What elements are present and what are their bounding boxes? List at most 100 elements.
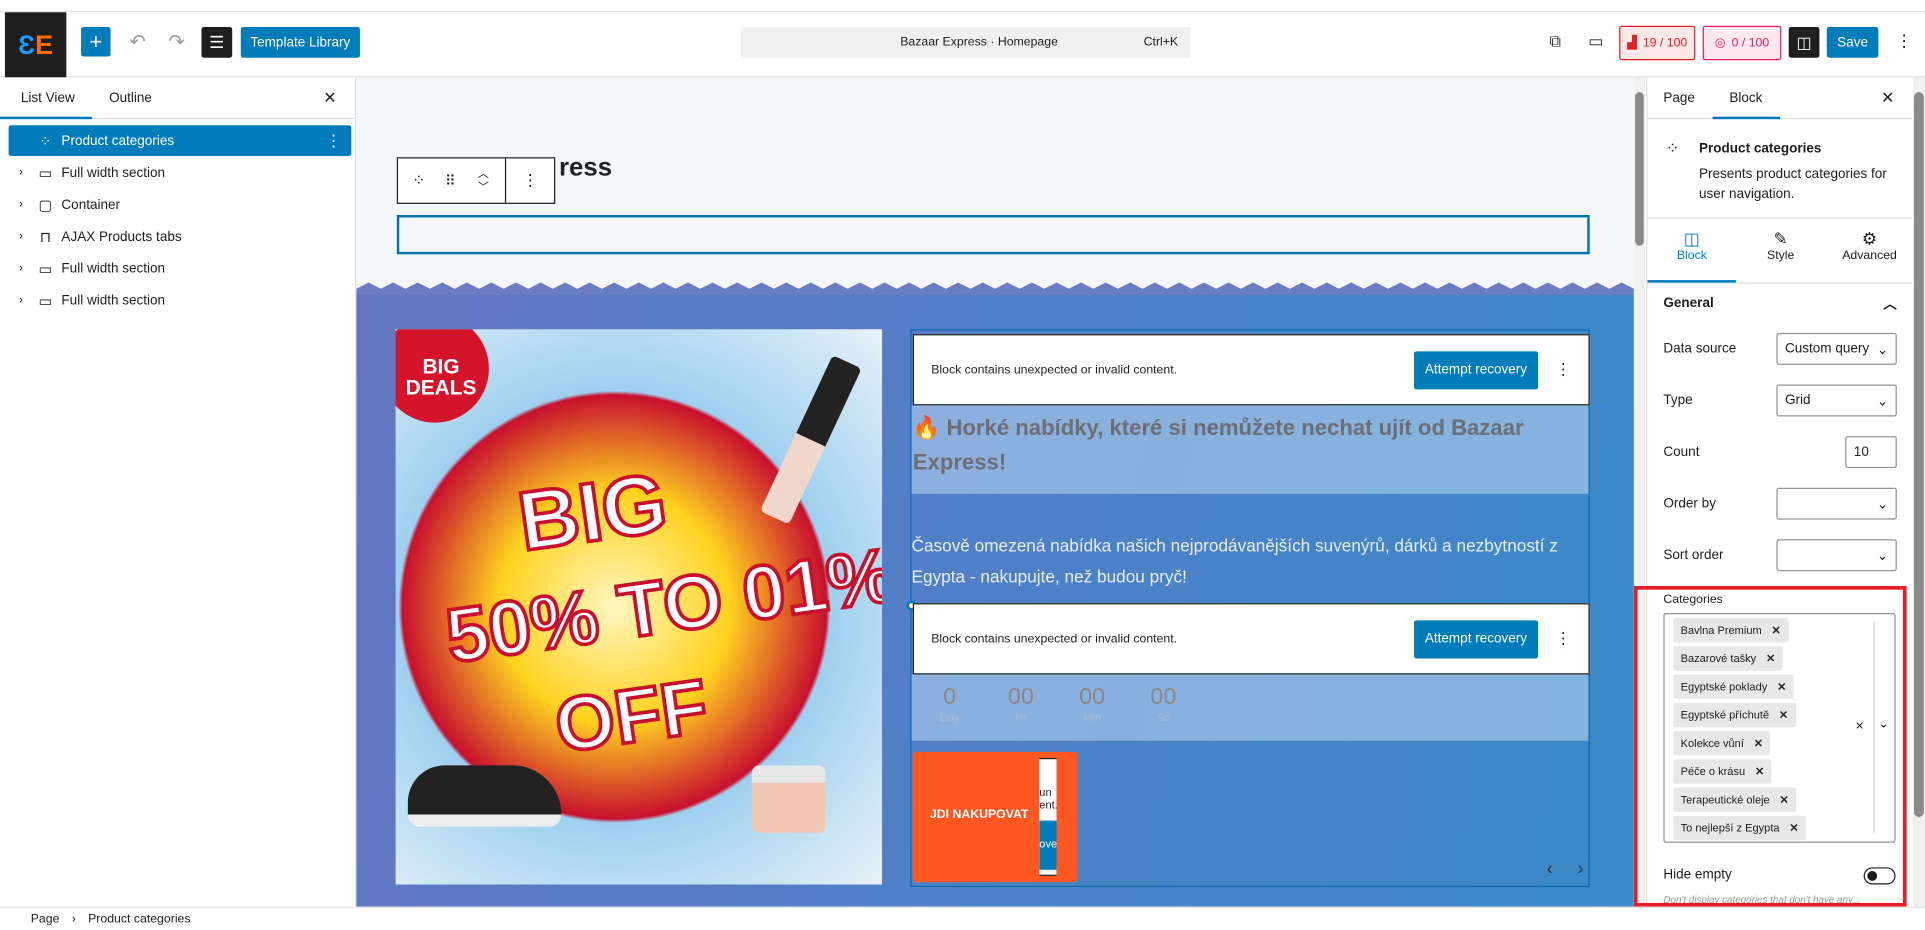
breadcrumb-page[interactable]: Page: [31, 912, 60, 926]
order-by-row: Order by ⌄: [1663, 487, 1897, 520]
gear-icon: ⚙: [1861, 228, 1878, 249]
section-icon: ▭: [38, 164, 53, 182]
order-by-select[interactable]: ⌄: [1776, 487, 1897, 520]
drag-handle-icon[interactable]: ⠿: [439, 172, 461, 189]
template-library-button[interactable]: Template Library: [240, 27, 360, 58]
undo-icon[interactable]: ↶: [125, 27, 150, 56]
brush-icon: ✎: [1773, 228, 1788, 249]
list-view-icon[interactable]: ☰: [201, 27, 233, 58]
seo-score-badge[interactable]: ▟ 19 / 100: [1619, 25, 1696, 61]
section-icon: ▭: [38, 259, 53, 278]
chevron-right-icon[interactable]: ›: [9, 198, 34, 212]
subtab-advanced[interactable]: ⚙ Advanced: [1825, 219, 1913, 283]
sort-order-row: Sort order ⌄: [1663, 539, 1897, 572]
selected-block-outline[interactable]: [396, 214, 1590, 255]
breadcrumb-block[interactable]: Product categories: [88, 912, 190, 926]
external-link-icon[interactable]: ⧉: [1543, 27, 1568, 56]
attempt-recovery-button[interactable]: Attempt recovery: [1413, 619, 1539, 658]
attempt-recovery-button[interactable]: Attempt recovery: [1413, 350, 1539, 389]
tab-list-view[interactable]: List View: [0, 77, 92, 120]
command-bar[interactable]: Bazaar Express · Homepage Ctrl+K: [740, 27, 1191, 58]
data-source-row: Data source Custom query ⌄: [1663, 332, 1897, 365]
count-input[interactable]: 10: [1845, 436, 1897, 469]
block-options-icon[interactable]: ⋮: [505, 158, 554, 203]
chevron-right-icon[interactable]: ›: [9, 166, 34, 180]
close-icon[interactable]: ✕: [1881, 88, 1894, 108]
chevron-right-icon: ›: [71, 912, 76, 926]
tab-page[interactable]: Page: [1647, 77, 1712, 118]
prev-arrow-icon[interactable]: ‹: [1547, 859, 1553, 880]
type-select[interactable]: Grid ⌄: [1776, 384, 1897, 417]
list-view-panel: List View Outline ✕ ⁘ Product categories…: [0, 77, 357, 907]
chevron-right-icon[interactable]: ›: [9, 294, 34, 308]
sidebar-scrollbar[interactable]: [1912, 77, 1925, 907]
block-type-icon[interactable]: ⁘: [398, 171, 439, 191]
general-section-toggle[interactable]: General ︿: [1663, 287, 1896, 319]
warning-text: Block contains unexpected or invalid con…: [931, 363, 1178, 377]
countdown-unit: 0 Day: [939, 684, 960, 724]
target-icon: ◎: [1714, 36, 1726, 50]
editor-canvas[interactable]: ress ⁘ ⠿ ︿ ﹀ ⋮ BIG DEALS BIG 50% TO 01% O…: [356, 77, 1634, 907]
clipped-warning: un ent. ove: [1039, 757, 1057, 876]
list-item[interactable]: › ▭ Full width section: [9, 253, 352, 284]
sort-order-select[interactable]: ⌄: [1776, 539, 1897, 572]
count-row: Count 10: [1663, 436, 1897, 469]
settings-sidebar-icon[interactable]: ◫: [1788, 27, 1820, 58]
chevron-down-icon: ⌄: [1876, 393, 1889, 409]
save-button[interactable]: Save: [1826, 27, 1879, 58]
move-up-down-icon[interactable]: ︿ ﹀: [461, 167, 505, 194]
list-item[interactable]: › ▢ Container: [9, 189, 352, 220]
readability-score: 0 / 100: [1731, 36, 1770, 50]
list-item-label: Container: [61, 197, 121, 212]
subtab-block[interactable]: ◫ Block: [1647, 219, 1737, 283]
container-icon: ▢: [38, 195, 53, 214]
chevron-right-icon[interactable]: ›: [9, 230, 34, 244]
list-item-label: Full width section: [61, 292, 166, 308]
close-icon[interactable]: ✕: [323, 88, 336, 108]
block-title: Product categories: [1699, 141, 1822, 157]
chevron-down-icon: ⌄: [1876, 496, 1889, 512]
list-item[interactable]: › ▭ Full width section: [9, 285, 352, 316]
data-source-select[interactable]: Custom query ⌄: [1776, 332, 1897, 365]
breadcrumb: Page › Product categories: [0, 906, 1925, 930]
invalid-block-warning: Block contains unexpected or invalid con…: [912, 603, 1590, 675]
block-options-icon[interactable]: ⋮: [1555, 629, 1571, 649]
nail-polish-image: [759, 355, 862, 525]
more-options-icon[interactable]: ⋮: [1896, 31, 1913, 52]
list-item-label: Product categories: [61, 133, 175, 149]
warning-text: Block contains unexpected or invalid con…: [931, 632, 1178, 646]
section-icon: ▭: [38, 291, 53, 309]
product-categories-icon: ⁘: [1665, 138, 1680, 158]
shop-now-label: JDI NAKUPOVAT: [929, 808, 1029, 822]
page-heading: ress: [558, 153, 613, 182]
add-block-button[interactable]: +: [81, 27, 111, 57]
sneaker-image: [407, 765, 562, 827]
countdown-unit: 00 Sc: [1150, 684, 1177, 724]
countdown-unit: 00 Hr: [1007, 684, 1034, 724]
deal-column: Block contains unexpected or invalid con…: [906, 329, 1590, 887]
hot-deals-heading: 🔥 Horké nabídky, které si nemůžete necha…: [911, 405, 1589, 494]
block-options-icon[interactable]: ⋮: [1555, 360, 1571, 380]
invalid-block-warning: Block contains unexpected or invalid con…: [912, 334, 1590, 406]
list-item[interactable]: › ⊓ AJAX Products tabs: [9, 221, 352, 252]
document-title: Bazaar Express · Homepage: [900, 35, 1058, 50]
list-item[interactable]: › ▭ Full width section: [9, 157, 352, 188]
promo-paragraph: Časově omezená nabídka našich nejprodáva…: [911, 535, 1558, 586]
readability-score-badge[interactable]: ◎ 0 / 100: [1702, 25, 1782, 61]
chevron-up-icon: ︿: [1883, 297, 1897, 313]
type-row: Type Grid ⌄: [1663, 384, 1897, 417]
shop-now-button[interactable]: JDI NAKUPOVAT un ent. ove: [912, 751, 1078, 883]
next-arrow-icon[interactable]: ›: [1577, 859, 1583, 880]
tab-block[interactable]: Block: [1712, 77, 1780, 120]
countdown-timer: 0 Day 00 Hr 00 Min 00 Sc: [911, 674, 1589, 741]
site-logo[interactable]: ƐE: [4, 12, 67, 78]
subtab-style[interactable]: ✎ Style: [1736, 219, 1825, 283]
item-options-icon[interactable]: ⋮: [326, 131, 352, 151]
list-item-label: AJAX Products tabs: [61, 229, 182, 244]
device-preview-icon[interactable]: ▭: [1584, 27, 1609, 56]
list-item-product-categories[interactable]: ⁘ Product categories ⋮: [8, 125, 352, 157]
redo-icon[interactable]: ↷: [165, 27, 190, 56]
chevron-right-icon[interactable]: ›: [9, 262, 34, 276]
grid-icon: ⁘: [39, 132, 52, 150]
tab-outline[interactable]: Outline: [92, 77, 169, 118]
